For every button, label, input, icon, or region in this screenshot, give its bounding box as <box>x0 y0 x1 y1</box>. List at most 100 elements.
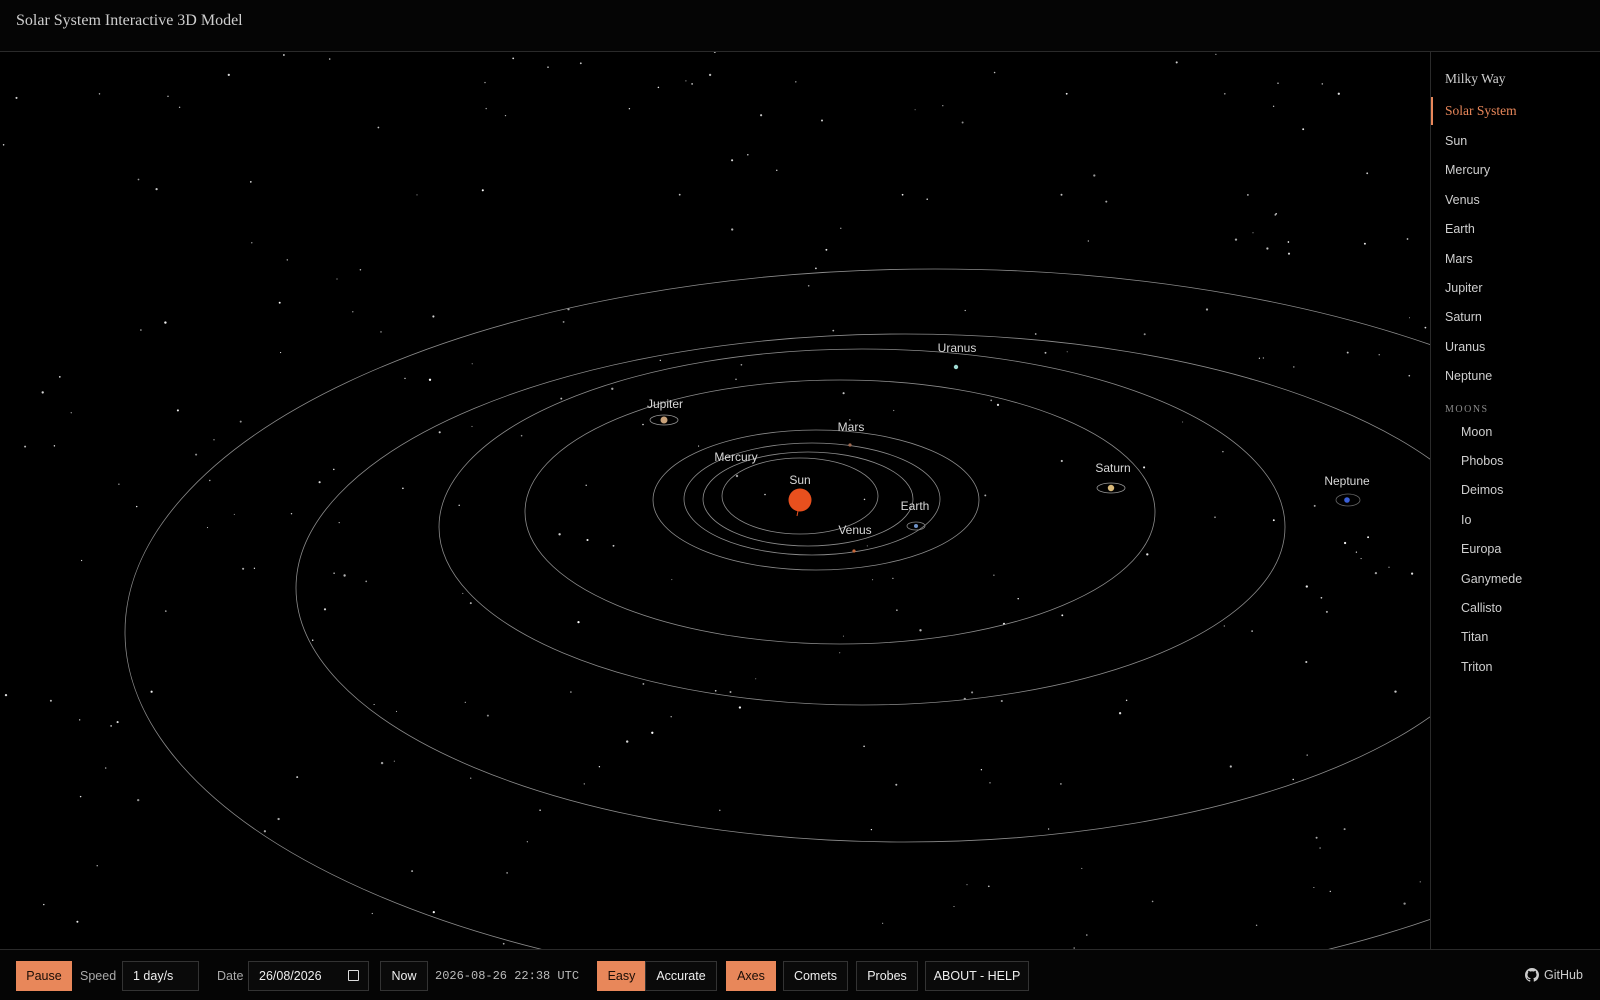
datetime-readout: 2026-08-26 22:38 UTC <box>435 969 580 983</box>
sidebar-moon-moon[interactable]: Moon <box>1431 418 1600 446</box>
star <box>512 57 515 60</box>
sidebar-item-uranus[interactable]: Uranus <box>1431 333 1600 361</box>
star <box>755 678 757 680</box>
star <box>1319 847 1321 849</box>
star <box>628 108 631 110</box>
github-link[interactable]: GitHub <box>1525 968 1583 982</box>
axes-toggle-button[interactable]: Axes <box>726 961 776 991</box>
star <box>659 359 661 362</box>
sidebar-item-neptune[interactable]: Neptune <box>1431 362 1600 390</box>
star <box>1292 778 1294 781</box>
star <box>839 652 841 654</box>
star <box>118 483 120 485</box>
sidebar-moon-ganymede[interactable]: Ganymede <box>1431 565 1600 593</box>
star <box>371 912 373 915</box>
star <box>1034 333 1037 335</box>
sidebar-item-mars[interactable]: Mars <box>1431 245 1600 273</box>
star <box>832 329 835 332</box>
star <box>1205 308 1209 311</box>
star <box>863 745 865 748</box>
star <box>79 719 81 721</box>
star <box>213 439 215 441</box>
star <box>642 682 645 685</box>
star <box>1329 890 1332 893</box>
star <box>1060 459 1063 463</box>
probes-toggle-button[interactable]: Probes <box>856 961 918 991</box>
star <box>96 865 98 867</box>
star <box>242 567 245 570</box>
star <box>277 817 280 821</box>
about-help-button[interactable]: ABOUT - HELP <box>925 961 1029 991</box>
star <box>209 479 211 482</box>
star <box>98 93 101 95</box>
star <box>1367 536 1370 539</box>
sun-label: Sun <box>789 473 810 487</box>
sidebar-moon-triton[interactable]: Triton <box>1431 653 1600 681</box>
star <box>395 710 398 712</box>
app-title: Solar System Interactive 3D Model <box>16 12 243 29</box>
star <box>1118 712 1122 715</box>
easy-mode-button[interactable]: Easy <box>597 961 646 991</box>
sidebar-moon-titan[interactable]: Titan <box>1431 623 1600 651</box>
sidebar-item-saturn[interactable]: Saturn <box>1431 303 1600 331</box>
star <box>1065 92 1068 95</box>
star <box>642 423 644 426</box>
star <box>195 453 198 456</box>
sidebar-item-venus[interactable]: Venus <box>1431 186 1600 214</box>
star <box>485 107 487 110</box>
now-button[interactable]: Now <box>380 961 428 991</box>
star <box>1306 754 1308 756</box>
star <box>1105 200 1108 203</box>
star <box>870 828 873 831</box>
date-input-value: 26/08/2026 <box>259 969 322 983</box>
navigation-sidebar: Milky Way Solar System Sun Mercury Venus Eart… <box>1430 52 1600 949</box>
sidebar-moon-europa[interactable]: Europa <box>1431 535 1600 563</box>
sidebar-item-earth[interactable]: Earth <box>1431 215 1600 243</box>
comets-toggle-button[interactable]: Comets <box>783 961 848 991</box>
star <box>1346 351 1349 354</box>
accurate-mode-button[interactable]: Accurate <box>645 961 717 991</box>
sun-body[interactable]: Sun <box>788 473 812 517</box>
sidebar-item-solar-system[interactable]: Solar System <box>1431 97 1600 125</box>
star <box>1215 53 1217 55</box>
star <box>866 545 868 547</box>
sidebar-item-milky-way[interactable]: Milky Way <box>1431 65 1600 93</box>
calendar-icon[interactable] <box>348 970 359 981</box>
saturn-body[interactable]: Saturn <box>1095 461 1131 494</box>
sidebar-item-sun[interactable]: Sun <box>1431 127 1600 155</box>
star <box>919 629 922 632</box>
star <box>1081 867 1083 869</box>
star <box>167 95 169 97</box>
sidebar-item-jupiter[interactable]: Jupiter <box>1431 274 1600 302</box>
sidebar-moon-io[interactable]: Io <box>1431 506 1600 534</box>
star <box>104 767 107 769</box>
sidebar-moon-phobos[interactable]: Phobos <box>1431 447 1600 475</box>
star <box>1366 172 1369 175</box>
jupiter-body[interactable]: Jupiter <box>647 397 683 426</box>
star <box>966 884 968 886</box>
star <box>1223 625 1225 627</box>
star <box>251 242 253 244</box>
neptune-body[interactable]: Neptune <box>1324 474 1370 507</box>
scene-canvas[interactable]: Sun Mercury Venus Earth Mars Jupiter Sat… <box>0 52 1430 949</box>
star <box>464 701 466 703</box>
speed-input[interactable]: 1 day/s <box>122 961 199 991</box>
star <box>586 538 589 542</box>
star <box>795 81 797 83</box>
star <box>58 376 61 378</box>
sidebar-item-mercury[interactable]: Mercury <box>1431 156 1600 184</box>
solar-system-viewport[interactable]: Sun Mercury Venus Earth Mars Jupiter Sat… <box>0 52 1430 949</box>
star <box>987 885 990 888</box>
star <box>598 766 601 768</box>
earth-body[interactable]: Earth <box>901 499 930 531</box>
pause-button[interactable]: Pause <box>16 961 72 991</box>
star <box>402 487 404 490</box>
star <box>1343 828 1346 831</box>
mars-body[interactable]: Mars <box>838 420 865 447</box>
star <box>735 378 737 381</box>
date-input[interactable]: 26/08/2026 <box>248 961 369 991</box>
sidebar-moon-deimos[interactable]: Deimos <box>1431 476 1600 504</box>
sidebar-moon-callisto[interactable]: Callisto <box>1431 594 1600 622</box>
star <box>365 580 368 583</box>
star <box>336 278 338 280</box>
